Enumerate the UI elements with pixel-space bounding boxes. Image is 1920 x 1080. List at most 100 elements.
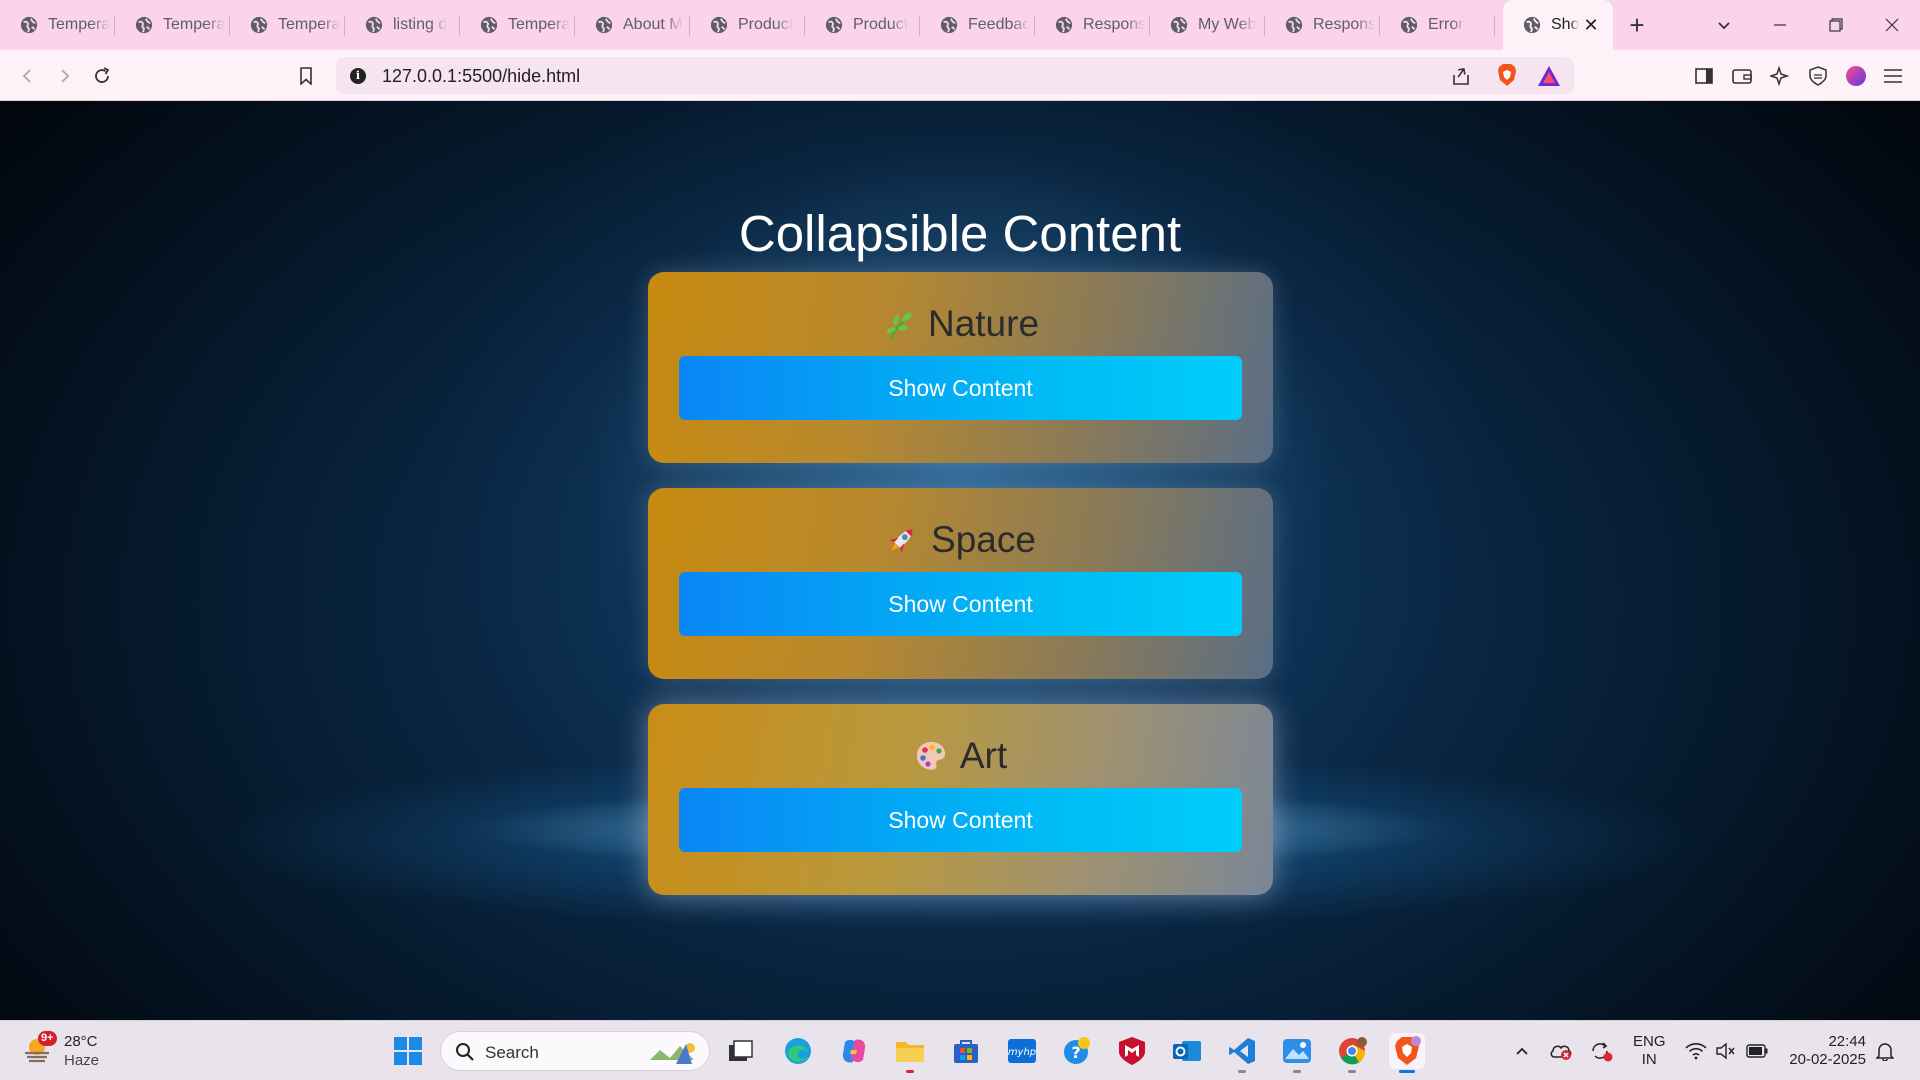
section-title: Art: [959, 735, 1008, 776]
leo-ai-icon[interactable]: [1766, 62, 1794, 90]
address-bar[interactable]: i 127.0.0.1:5500/hide.html: [336, 57, 1574, 94]
browser-tab[interactable]: Feedbac: [920, 0, 1035, 50]
browser-tab[interactable]: My Web: [1150, 0, 1265, 50]
myhp-icon[interactable]: myhp: [1004, 1033, 1040, 1069]
cloud-sync-error-icon[interactable]: [1543, 1033, 1579, 1069]
restore-button[interactable]: [1808, 0, 1864, 50]
photos-icon[interactable]: [1279, 1033, 1315, 1073]
start-button[interactable]: [390, 1033, 426, 1069]
collapsible-section-space: Space Show Content: [648, 488, 1273, 679]
url-text[interactable]: 127.0.0.1:5500/hide.html: [382, 66, 580, 87]
collapsible-section-nature: Nature Show Content: [648, 272, 1273, 463]
task-view-icon[interactable]: [723, 1033, 759, 1069]
search-label: Search: [485, 1043, 539, 1062]
close-window-button[interactable]: [1864, 0, 1920, 50]
globe-icon: [135, 16, 153, 34]
vscode-icon[interactable]: [1224, 1033, 1260, 1073]
file-explorer-icon[interactable]: [892, 1033, 928, 1073]
minimize-button[interactable]: [1752, 0, 1808, 50]
wallet-icon[interactable]: [1728, 62, 1756, 90]
globe-icon: [1170, 16, 1188, 34]
tab-label: Respons: [1313, 16, 1375, 33]
globe-icon: [480, 16, 498, 34]
browser-tab[interactable]: Product: [805, 0, 920, 50]
sidebar-icon[interactable]: [1690, 62, 1718, 90]
palette-icon: [914, 739, 948, 773]
browser-tab[interactable]: listing d: [345, 0, 460, 50]
show-content-button[interactable]: Show Content: [679, 356, 1242, 420]
profile-avatar[interactable]: [1842, 62, 1870, 90]
show-content-button[interactable]: Show Content: [679, 572, 1242, 636]
share-icon[interactable]: [1450, 65, 1472, 92]
browser-tab[interactable]: Product: [690, 0, 805, 50]
tab-label: Sho: [1551, 16, 1580, 33]
globe-icon: [940, 16, 958, 34]
site-info-icon[interactable]: i: [350, 68, 366, 84]
globe-icon: [1285, 16, 1303, 34]
notification-bell-icon[interactable]: [1867, 1033, 1903, 1069]
brave-browser-icon[interactable]: [1389, 1033, 1425, 1073]
region-code: IN: [1641, 1051, 1657, 1068]
page-viewport: Collapsible Content Nature Show Content …: [0, 101, 1920, 1020]
browser-toolbar: i 127.0.0.1:5500/hide.html: [0, 50, 1920, 101]
browser-tab[interactable]: Respons: [1265, 0, 1380, 50]
browser-tab[interactable]: About M: [575, 0, 690, 50]
globe-icon: [710, 16, 728, 34]
tab-label: Error: [1428, 16, 1464, 33]
show-hidden-icons-icon[interactable]: [1504, 1033, 1540, 1069]
search-highlight-icon: [650, 1043, 695, 1064]
reload-icon[interactable]: [88, 62, 116, 90]
microsoft-store-icon[interactable]: [948, 1033, 984, 1069]
chrome-icon[interactable]: [1334, 1033, 1370, 1073]
windows-taskbar: 9+ 28°C Haze Search myhp ? ENG IN 22:44 …: [0, 1020, 1920, 1080]
search-icon: [456, 1043, 474, 1061]
browser-tab[interactable]: Error: [1380, 0, 1495, 50]
section-title: Space: [931, 519, 1036, 560]
section-header: Nature: [648, 302, 1273, 346]
edge-browser-icon[interactable]: [780, 1033, 816, 1069]
language-code: ENG: [1633, 1033, 1666, 1050]
new-tab-button[interactable]: +: [1617, 0, 1657, 50]
get-help-icon[interactable]: ?: [1059, 1033, 1095, 1069]
back-icon[interactable]: [14, 62, 42, 90]
tab-label: My Web: [1198, 16, 1257, 33]
tab-search-icon[interactable]: [1696, 0, 1752, 50]
close-tab-icon[interactable]: ✕: [1581, 15, 1601, 35]
copilot-icon[interactable]: [836, 1033, 872, 1069]
sync-alert-icon[interactable]: [1583, 1033, 1619, 1069]
tab-label: Feedbac: [968, 16, 1030, 33]
section-header: Art: [648, 734, 1273, 778]
menu-icon[interactable]: [1879, 62, 1907, 90]
system-clock[interactable]: 22:44 20-02-2025: [1786, 1033, 1866, 1069]
browser-tab[interactable]: Temperat: [230, 0, 345, 50]
vpn-icon[interactable]: [1804, 62, 1832, 90]
weather-widget[interactable]: 9+ 28°C Haze: [20, 1031, 140, 1071]
svg-text:myhp: myhp: [1008, 1047, 1036, 1058]
brave-shields-icon[interactable]: [1496, 63, 1518, 92]
globe-icon: [1400, 16, 1418, 34]
globe-icon: [1523, 16, 1541, 34]
notification-badge: 9+: [38, 1031, 57, 1046]
forward-icon[interactable]: [50, 62, 78, 90]
tab-strip: Temperat Temperat Temperat listing d Tem…: [0, 0, 1920, 50]
battery-icon[interactable]: [1739, 1033, 1775, 1069]
outlook-icon[interactable]: [1169, 1033, 1205, 1069]
bookmark-icon[interactable]: [292, 62, 320, 90]
browser-tab[interactable]: Temperat: [0, 0, 115, 50]
browser-tab-active[interactable]: Sho ✕: [1503, 0, 1613, 50]
svg-text:?: ?: [1071, 1043, 1080, 1062]
window-controls: [1696, 0, 1920, 50]
tab-label: Temperat: [508, 16, 570, 33]
section-title: Nature: [927, 303, 1040, 344]
taskbar-search[interactable]: Search: [440, 1031, 710, 1071]
rocket-icon: [885, 523, 919, 557]
browser-tab[interactable]: Temperat: [460, 0, 575, 50]
mcafee-icon[interactable]: [1114, 1033, 1150, 1069]
browser-tab[interactable]: Temperat: [115, 0, 230, 50]
show-content-button[interactable]: Show Content: [679, 788, 1242, 852]
tab-list: Temperat Temperat Temperat listing d Tem…: [0, 0, 1613, 50]
brave-rewards-icon[interactable]: [1537, 65, 1561, 92]
browser-tab[interactable]: Respons: [1035, 0, 1150, 50]
globe-icon: [1055, 16, 1073, 34]
language-indicator[interactable]: ENG IN: [1633, 1033, 1666, 1069]
